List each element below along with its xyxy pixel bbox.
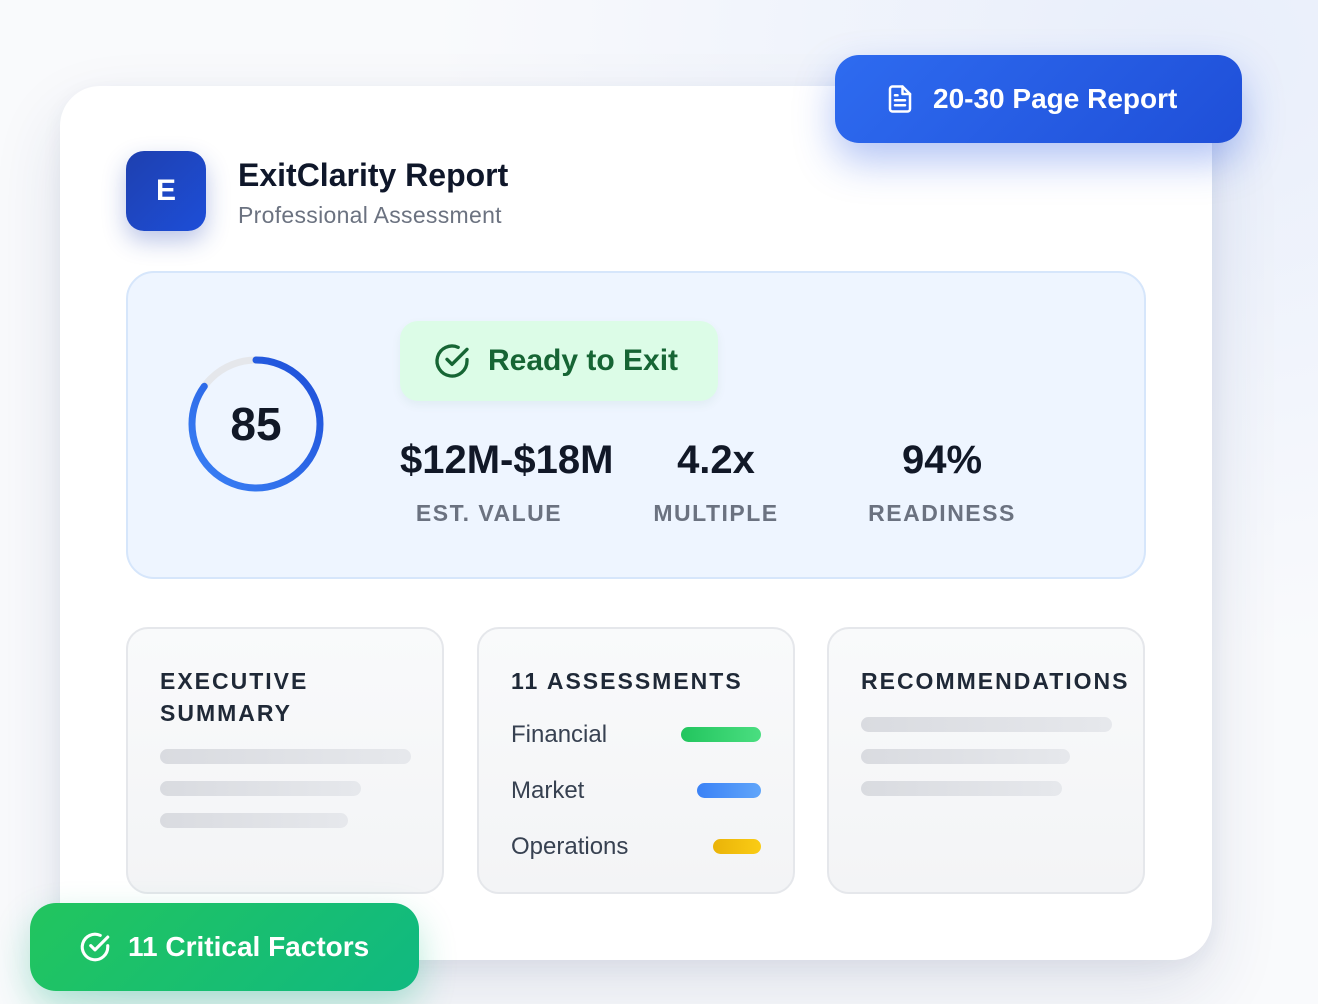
executive-summary-title-line1: EXECUTIVE bbox=[160, 668, 309, 694]
assessments-title: 11 ASSESSMENTS bbox=[511, 668, 743, 694]
critical-factors-badge[interactable]: 11 Critical Factors bbox=[30, 903, 419, 991]
executive-summary-title-line2: SUMMARY bbox=[160, 700, 292, 726]
logo-letter: E bbox=[155, 174, 176, 207]
page-report-badge[interactable]: 20-30 Page Report bbox=[835, 55, 1242, 143]
assessment-bar-operations bbox=[713, 839, 761, 854]
report-title: ExitClarity Report bbox=[238, 157, 509, 193]
assessment-bar-financial bbox=[681, 727, 761, 742]
check-circle-icon bbox=[80, 932, 110, 962]
recommendations-title: RECOMMENDATIONS bbox=[861, 668, 1130, 694]
page-report-label: 20-30 Page Report bbox=[933, 83, 1178, 114]
placeholder-line bbox=[160, 781, 361, 796]
assessment-label-market: Market bbox=[511, 777, 585, 804]
executive-summary-title: EXECUTIVE SUMMARY bbox=[160, 665, 308, 729]
metric-est-value: $12M-$18M bbox=[400, 438, 614, 482]
executive-summary-card[interactable]: EXECUTIVE SUMMARY bbox=[126, 627, 444, 894]
recommendations-card[interactable]: RECOMMENDATIONS bbox=[827, 627, 1145, 894]
document-icon bbox=[888, 85, 912, 113]
page: E ExitClarity Report Professional Assess… bbox=[0, 0, 1318, 1004]
assessment-bar-market bbox=[697, 783, 761, 798]
assessment-label-operations: Operations bbox=[511, 833, 629, 860]
status-label: Ready to Exit bbox=[488, 344, 679, 377]
critical-factors-label: 11 Critical Factors bbox=[128, 931, 370, 962]
metric-readiness: 94% bbox=[901, 438, 983, 482]
check-circle-icon bbox=[435, 344, 469, 378]
placeholder-line bbox=[861, 781, 1062, 796]
placeholder-line bbox=[160, 749, 411, 764]
metric-est-value-label: EST. VALUE bbox=[415, 500, 563, 526]
report-subtitle: Professional Assessment bbox=[238, 202, 502, 228]
metric-readiness-label: READINESS bbox=[868, 500, 1016, 526]
placeholder-line bbox=[861, 717, 1112, 732]
score-value: 85 bbox=[230, 398, 282, 450]
metric-multiple: 4.2x bbox=[677, 438, 755, 482]
logo: E bbox=[126, 151, 206, 231]
assessments-card[interactable]: 11 ASSESSMENTS Financial Market Operatio… bbox=[477, 627, 795, 894]
metric-multiple-label: MULTIPLE bbox=[653, 500, 779, 526]
status-badge: Ready to Exit bbox=[400, 321, 718, 401]
placeholder-line bbox=[160, 813, 348, 828]
assessment-label-financial: Financial bbox=[511, 721, 608, 748]
placeholder-line bbox=[861, 749, 1070, 764]
